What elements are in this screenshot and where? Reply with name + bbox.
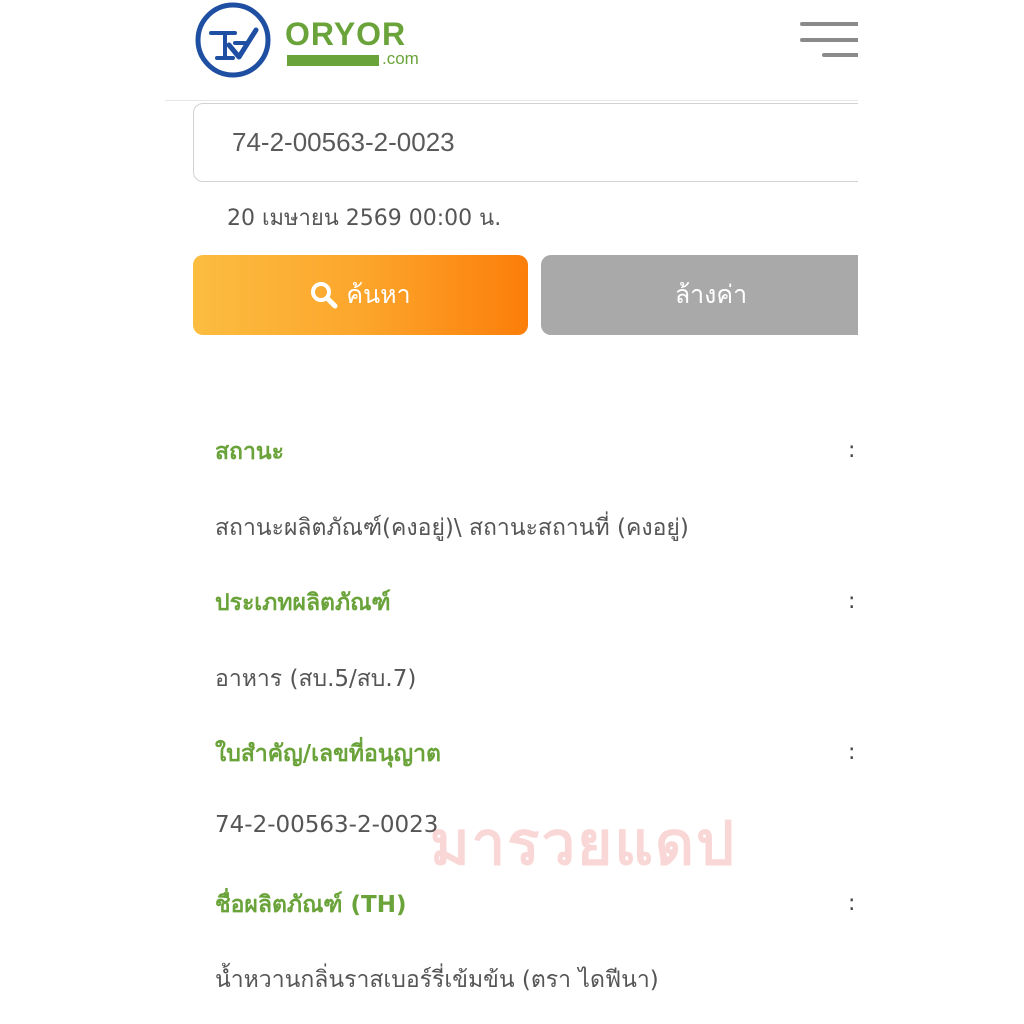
menu-line — [822, 53, 858, 57]
license-number-input[interactable] — [193, 103, 858, 182]
hamburger-menu-icon[interactable] — [800, 22, 858, 62]
product-name-th-value: น้ำหวานกลิ่นราสเบอร์รี่เข้มข้น (ตรา ไดฟี… — [215, 967, 659, 993]
logo-wordmark: ORYOR .com — [285, 10, 437, 70]
header: ORYOR .com — [165, 0, 858, 101]
status-label: สถานะ — [215, 439, 284, 465]
license-number-label: ใบสำคัญ/เลขที่อนุญาต — [215, 741, 441, 767]
timestamp: 20 เมษายน 2569 00:00 น. — [227, 206, 502, 231]
status-colon: : — [848, 438, 856, 463]
license-number-colon: : — [848, 740, 856, 765]
menu-line — [800, 38, 858, 42]
menu-line — [800, 22, 858, 26]
mobile-viewport: ORYOR .com 20 เมษายน 2569 00:00 น. ค้นหา… — [165, 0, 858, 1024]
product-type-colon: : — [848, 589, 856, 614]
logo-domain: .com — [382, 49, 419, 68]
search-icon — [311, 282, 338, 309]
oryor-logo[interactable]: ORYOR .com — [193, 0, 437, 80]
oryor-logo-icon — [195, 2, 271, 78]
logo-bar — [287, 55, 379, 66]
watermark: มารวยแดป — [430, 809, 737, 879]
status-value: สถานะผลิตภัณฑ์(คงอยู่)\ สถานะสถานที่ (คง… — [215, 515, 689, 541]
product-type-label: ประเภทผลิตภัณฑ์ — [215, 590, 391, 616]
product-type-value: อาหาร (สบ.5/สบ.7) — [215, 666, 417, 692]
page: ORYOR .com 20 เมษายน 2569 00:00 น. ค้นหา… — [0, 0, 1024, 1024]
logo-name: ORYOR — [285, 16, 407, 52]
license-number-value: 74-2-00563-2-0023 — [215, 812, 439, 838]
search-button-label: ค้นหา — [346, 280, 411, 309]
clear-button[interactable]: ล้างค่า — [541, 255, 858, 335]
clear-button-label: ล้างค่า — [674, 280, 748, 309]
search-button[interactable]: ค้นหา — [193, 255, 528, 335]
product-name-th-colon: : — [848, 891, 856, 916]
product-name-th-label: ชื่อผลิตภัณฑ์ (TH) — [215, 892, 407, 918]
